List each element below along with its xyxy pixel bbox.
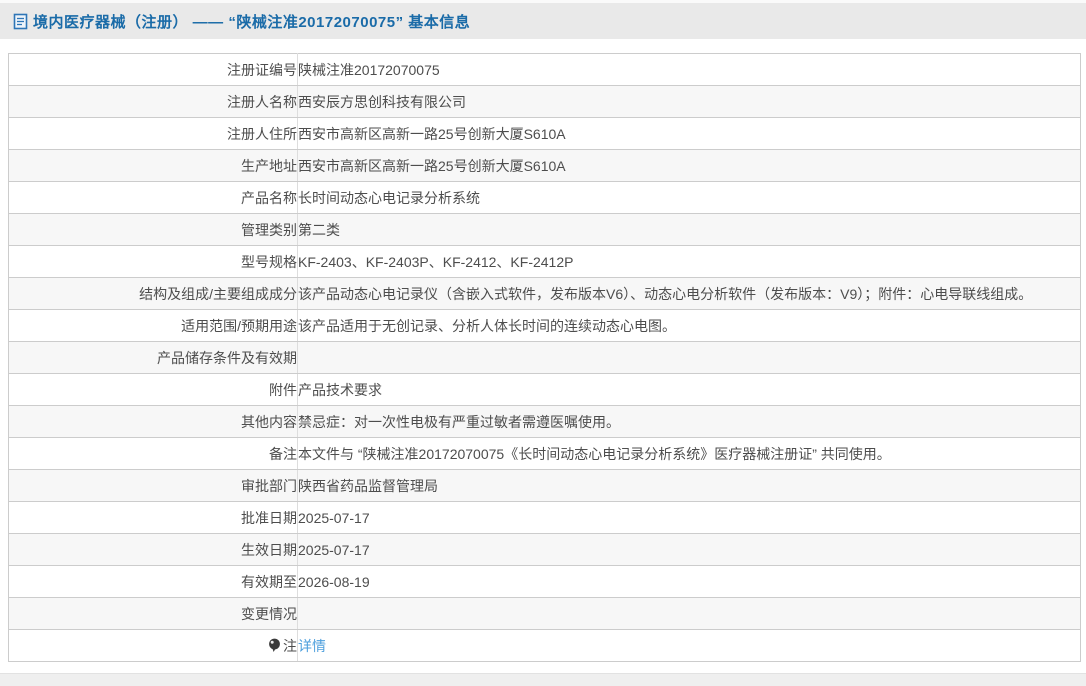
table-row-note: 注 详情 — [9, 630, 1081, 662]
row-value — [298, 598, 1081, 630]
table-row: 型号规格 KF-2403、KF-2403P、KF-2412、KF-2412P — [9, 246, 1081, 278]
row-value: 西安市高新区高新一路25号创新大厦S610A — [298, 118, 1081, 150]
row-label: 产品储存条件及有效期 — [9, 342, 298, 374]
row-value: 禁忌症：对一次性电极有严重过敏者需遵医嘱使用。 — [298, 406, 1081, 438]
table-row: 管理类别 第二类 — [9, 214, 1081, 246]
row-value: 西安辰方思创科技有限公司 — [298, 86, 1081, 118]
table-row: 变更情况 — [9, 598, 1081, 630]
table-row: 注册证编号 陕械注准20172070075 — [9, 54, 1081, 86]
row-value: 产品技术要求 — [298, 374, 1081, 406]
table-row: 其他内容 禁忌症：对一次性电极有严重过敏者需遵医嘱使用。 — [9, 406, 1081, 438]
table-row: 生产地址 西安市高新区高新一路25号创新大厦S610A — [9, 150, 1081, 182]
page-title: 境内医疗器械（注册） —— “陕械注准20172070075” 基本信息 — [33, 11, 470, 32]
table-row: 备注 本文件与 “陕械注准20172070075《长时间动态心电记录分析系统》医… — [9, 438, 1081, 470]
footer-strip — [0, 673, 1086, 686]
document-icon — [13, 13, 28, 30]
detail-link[interactable]: 详情 — [298, 638, 326, 654]
row-value: 2025-07-17 — [298, 502, 1081, 534]
row-label: 其他内容 — [9, 406, 298, 438]
row-value: 本文件与 “陕械注准20172070075《长时间动态心电记录分析系统》医疗器械… — [298, 438, 1081, 470]
row-label: 生效日期 — [9, 534, 298, 566]
info-table: 注册证编号 陕械注准20172070075 注册人名称 西安辰方思创科技有限公司… — [8, 53, 1081, 662]
row-label: 结构及组成/主要组成成分 — [9, 278, 298, 310]
row-label: 产品名称 — [9, 182, 298, 214]
row-label-note: 注 — [9, 630, 298, 662]
row-label: 有效期至 — [9, 566, 298, 598]
table-row: 批准日期 2025-07-17 — [9, 502, 1081, 534]
row-value: 陕西省药品监督管理局 — [298, 470, 1081, 502]
table-row: 生效日期 2025-07-17 — [9, 534, 1081, 566]
row-label: 注册证编号 — [9, 54, 298, 86]
comment-balloon-icon — [268, 638, 281, 656]
row-label: 生产地址 — [9, 150, 298, 182]
row-value: 该产品动态心电记录仪（含嵌入式软件，发布版本V6）、动态心电分析软件（发布版本：… — [298, 278, 1081, 310]
row-label: 管理类别 — [9, 214, 298, 246]
row-value: 长时间动态心电记录分析系统 — [298, 182, 1081, 214]
row-value: 2026-08-19 — [298, 566, 1081, 598]
row-value: KF-2403、KF-2403P、KF-2412、KF-2412P — [298, 246, 1081, 278]
row-label: 批准日期 — [9, 502, 298, 534]
note-label: 注 — [283, 638, 297, 654]
row-value: 西安市高新区高新一路25号创新大厦S610A — [298, 150, 1081, 182]
row-value: 第二类 — [298, 214, 1081, 246]
table-row: 产品储存条件及有效期 — [9, 342, 1081, 374]
table-row: 产品名称 长时间动态心电记录分析系统 — [9, 182, 1081, 214]
page-header: 境内医疗器械（注册） —— “陕械注准20172070075” 基本信息 — [0, 3, 1086, 39]
table-row: 附件 产品技术要求 — [9, 374, 1081, 406]
table-row: 结构及组成/主要组成成分 该产品动态心电记录仪（含嵌入式软件，发布版本V6）、动… — [9, 278, 1081, 310]
row-label: 型号规格 — [9, 246, 298, 278]
table-row: 注册人名称 西安辰方思创科技有限公司 — [9, 86, 1081, 118]
row-value — [298, 342, 1081, 374]
row-label: 审批部门 — [9, 470, 298, 502]
row-label: 备注 — [9, 438, 298, 470]
row-label: 注册人名称 — [9, 86, 298, 118]
row-value: 2025-07-17 — [298, 534, 1081, 566]
row-label: 附件 — [9, 374, 298, 406]
table-row: 适用范围/预期用途 该产品适用于无创记录、分析人体长时间的连续动态心电图。 — [9, 310, 1081, 342]
row-label: 变更情况 — [9, 598, 298, 630]
row-value: 该产品适用于无创记录、分析人体长时间的连续动态心电图。 — [298, 310, 1081, 342]
table-row: 审批部门 陕西省药品监督管理局 — [9, 470, 1081, 502]
row-label: 适用范围/预期用途 — [9, 310, 298, 342]
row-label: 注册人住所 — [9, 118, 298, 150]
row-value-note: 详情 — [298, 630, 1081, 662]
table-row: 注册人住所 西安市高新区高新一路25号创新大厦S610A — [9, 118, 1081, 150]
row-value: 陕械注准20172070075 — [298, 54, 1081, 86]
table-row: 有效期至 2026-08-19 — [9, 566, 1081, 598]
